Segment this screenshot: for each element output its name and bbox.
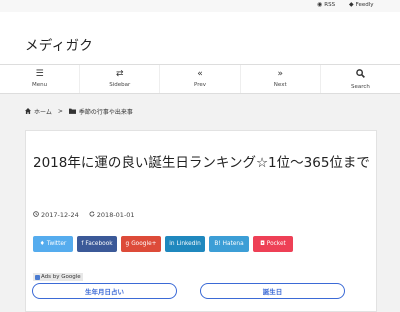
googleplus-share-button[interactable]: g Google+ <box>121 236 161 252</box>
breadcrumb-category[interactable]: 季節の行事や出来事 <box>79 107 133 116</box>
menu-icon: ☰ <box>35 69 44 79</box>
linkedin-share-label: LinkedIn <box>176 241 201 247</box>
twitter-icon: ♦ <box>39 241 45 247</box>
hatena-share-button[interactable]: B! Hatena <box>209 236 249 252</box>
rss-icon: ◉ <box>317 1 323 8</box>
hatena-share-label: Hatena <box>222 241 244 247</box>
ad-link-1[interactable]: 生年月日占い <box>32 283 177 299</box>
published-date: 2017-12-24 <box>33 211 79 219</box>
hatena-icon: B! <box>214 241 221 247</box>
next-icon: » <box>277 69 283 79</box>
pocket-share-label: Pocket <box>266 241 286 247</box>
pocket-share-button[interactable]: ◘ Pocket <box>253 236 293 252</box>
nav-menu-label: Menu <box>32 82 48 88</box>
refresh-icon <box>89 211 95 219</box>
nav-menu[interactable]: ☰ Menu <box>0 65 81 93</box>
breadcrumb-separator: > <box>57 108 63 115</box>
clock-icon <box>33 211 39 219</box>
top-utility-bar: ◉ RSS ◆ Feedly <box>0 0 400 12</box>
feedly-label: Feedly <box>355 2 374 8</box>
breadcrumb-home[interactable]: ホーム <box>34 107 52 116</box>
ad-link-2[interactable]: 誕生日 <box>200 283 345 299</box>
googleplus-icon: g <box>125 241 130 247</box>
nav-next-label: Next <box>273 82 287 88</box>
nav-sidebar[interactable]: ⇄ Sidebar <box>80 65 161 93</box>
twitter-share-label: Twitter <box>46 241 67 247</box>
updated-date-text: 2018-01-01 <box>96 211 135 219</box>
twitter-share-button[interactable]: ♦ Twitter <box>33 236 73 252</box>
site-logo[interactable]: メディガク <box>25 34 93 54</box>
feedly-icon: ◆ <box>349 1 354 8</box>
published-date-text: 2017-12-24 <box>41 211 79 219</box>
ads-by-google[interactable]: Ads by Google <box>33 273 83 281</box>
facebook-icon: f <box>81 241 84 247</box>
nav-sidebar-label: Sidebar <box>109 82 131 88</box>
facebook-share-label: Facebook <box>85 241 113 247</box>
article-dates: 2017-12-24 2018-01-01 <box>33 211 135 219</box>
nav-prev-label: Prev <box>194 82 206 88</box>
updated-date: 2018-01-01 <box>89 211 135 219</box>
breadcrumb: ホーム > 季節の行事や出来事 <box>25 107 133 116</box>
nav-bar: ☰ Menu ⇄ Sidebar « Prev » Next Search <box>0 64 400 94</box>
folder-icon <box>68 108 76 116</box>
site-header: メディガク <box>0 12 400 64</box>
nav-search[interactable]: Search <box>321 65 400 93</box>
share-buttons: ♦ Twitter f Facebook g Google+ in Linked… <box>33 236 293 252</box>
nav-search-label: Search <box>350 83 370 90</box>
ads-label: Ads by Google <box>41 274 81 280</box>
sidebar-icon: ⇄ <box>116 69 124 79</box>
prev-icon: « <box>197 69 203 79</box>
home-icon <box>25 107 31 116</box>
googleplus-share-label: Google+ <box>131 241 157 247</box>
nav-prev[interactable]: « Prev <box>160 65 241 93</box>
linkedin-icon: in <box>169 241 175 247</box>
nav-next[interactable]: » Next <box>241 65 321 93</box>
article-title: 2018年に運の良い誕生日ランキング☆1位～365位まで <box>33 155 370 171</box>
linkedin-share-button[interactable]: in LinkedIn <box>165 236 205 252</box>
pocket-icon: ◘ <box>260 241 265 247</box>
facebook-share-button[interactable]: f Facebook <box>77 236 117 252</box>
article-card: 2018年に運の良い誕生日ランキング☆1位～365位まで 2017-12-24 … <box>25 130 377 312</box>
search-icon <box>356 68 365 81</box>
feedly-link[interactable]: ◆ Feedly <box>349 1 374 9</box>
rss-label: RSS <box>324 2 336 8</box>
ad-info-icon <box>35 274 40 280</box>
rss-link[interactable]: ◉ RSS <box>317 1 336 9</box>
